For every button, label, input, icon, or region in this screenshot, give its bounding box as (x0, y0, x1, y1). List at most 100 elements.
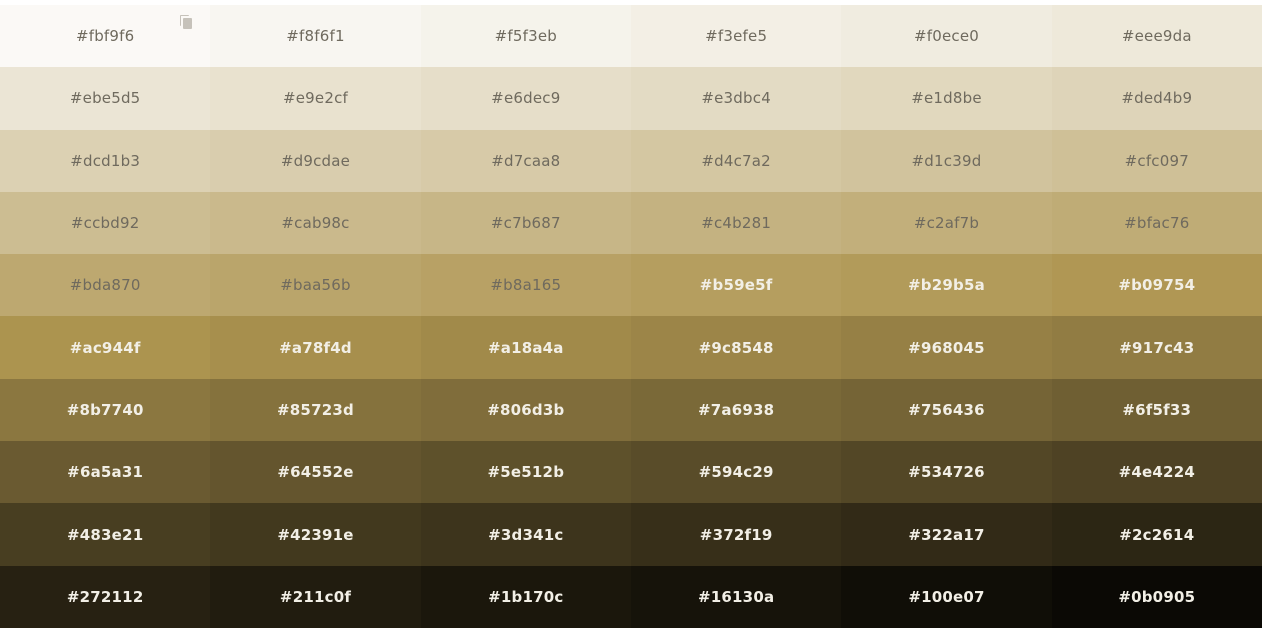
palette-row: #ac944f #a78f4d #a18a4a #9c8548 #968045 #917c… (0, 316, 1262, 379)
color-swatch[interactable]: #e1d8be (841, 67, 1052, 130)
color-swatch[interactable]: #594c29 (630, 441, 842, 504)
color-hex-label: #e1d8be (911, 89, 982, 108)
color-swatch[interactable]: #cab98c (210, 191, 421, 255)
color-hex-label: #f5f3eb (494, 27, 557, 46)
color-swatch[interactable]: #9c8548 (630, 316, 842, 379)
color-swatch[interactable]: #16130a (630, 565, 842, 628)
color-swatch[interactable]: #483e21 (0, 503, 211, 566)
color-swatch[interactable]: #85723d (210, 378, 421, 442)
color-swatch[interactable]: #c2af7b (841, 191, 1052, 255)
palette-row: #483e21 #42391e #3d341c #372f19 #322a17 #2c26… (0, 503, 1262, 566)
color-swatch[interactable]: #6a5a31 (0, 441, 211, 504)
color-swatch[interactable]: #372f19 (630, 503, 842, 566)
color-hex-label: #6a5a31 (67, 463, 144, 482)
color-swatch[interactable]: #fbf9f6 (0, 5, 211, 68)
color-swatch[interactable]: #1b170c (420, 565, 631, 628)
color-swatch[interactable]: #d7caa8 (420, 129, 631, 192)
color-swatch[interactable]: #a78f4d (210, 316, 421, 379)
color-swatch[interactable]: #534726 (841, 441, 1052, 504)
color-swatch[interactable]: #c7b687 (420, 191, 631, 255)
color-swatch[interactable]: #dcd1b3 (0, 129, 211, 192)
color-hex-label: #2c2614 (1119, 525, 1195, 544)
color-swatch[interactable]: #b09754 (1051, 254, 1262, 317)
color-hex-label: #8b7740 (66, 400, 144, 419)
color-hex-label: #534726 (908, 463, 985, 482)
color-hex-label: #a18a4a (487, 338, 564, 357)
color-swatch[interactable]: #d4c7a2 (630, 129, 842, 192)
color-swatch[interactable]: #d1c39d (841, 129, 1052, 192)
color-hex-label: #dcd1b3 (70, 151, 141, 170)
palette-row: #ebe5d5 #e9e2cf #e6dec9 #e3dbc4 #e1d8be #ded4… (0, 67, 1262, 130)
color-swatch[interactable]: #4e4224 (1051, 441, 1262, 504)
color-swatch[interactable]: #917c43 (1051, 316, 1262, 379)
color-swatch[interactable]: #e3dbc4 (630, 67, 842, 130)
color-swatch[interactable]: #ac944f (0, 316, 211, 379)
color-hex-label: #211c0f (279, 587, 352, 606)
color-swatch[interactable]: #42391e (210, 503, 421, 566)
color-swatch[interactable]: #7a6938 (630, 378, 842, 442)
color-swatch[interactable]: #baa56b (210, 254, 421, 317)
color-hex-label: #806d3b (487, 400, 565, 419)
color-hex-label: #16130a (698, 587, 775, 606)
color-swatch[interactable]: #322a17 (841, 503, 1052, 566)
color-hex-label: #ccbd92 (70, 214, 140, 233)
color-swatch[interactable]: #b59e5f (630, 254, 842, 317)
color-swatch[interactable]: #bfac76 (1051, 191, 1262, 255)
color-swatch[interactable]: #968045 (841, 316, 1052, 379)
color-hex-label: #d4c7a2 (701, 151, 771, 170)
color-swatch[interactable]: #f8f6f1 (210, 5, 421, 68)
color-hex-label: #272112 (66, 587, 144, 606)
color-swatch[interactable]: #ded4b9 (1051, 67, 1262, 130)
color-hex-label: #7a6938 (698, 400, 775, 419)
color-swatch[interactable]: #272112 (0, 565, 211, 628)
color-swatch[interactable]: #0b0905 (1051, 565, 1262, 628)
color-swatch[interactable]: #6f5f33 (1051, 378, 1262, 442)
palette-row: #8b7740 #85723d #806d3b #7a6938 #756436 #6f5f… (0, 378, 1262, 442)
color-swatch[interactable]: #f5f3eb (420, 5, 631, 68)
color-swatch[interactable]: #a18a4a (420, 316, 631, 379)
color-hex-label: #bda870 (69, 276, 141, 295)
color-hex-label: #64552e (277, 463, 354, 482)
color-swatch[interactable]: #d9cdae (210, 129, 421, 192)
color-swatch[interactable]: #cfc097 (1051, 129, 1262, 192)
palette-row: #6a5a31 #64552e #5e512b #594c29 #534726 #4e42… (0, 441, 1262, 504)
color-swatch[interactable]: #e6dec9 (420, 67, 631, 130)
color-swatch[interactable]: #756436 (841, 378, 1052, 442)
color-swatch[interactable]: #b8a165 (420, 254, 631, 317)
color-hex-label: #a78f4d (279, 338, 352, 357)
color-swatch[interactable]: #c4b281 (630, 191, 842, 255)
color-swatch[interactable]: #2c2614 (1051, 503, 1262, 566)
color-hex-label: #b29b5a (908, 276, 985, 295)
color-hex-label: #917c43 (1119, 338, 1195, 357)
color-swatch[interactable]: #ebe5d5 (0, 67, 211, 130)
color-hex-label: #6f5f33 (1122, 400, 1192, 419)
palette-row: #dcd1b3 #d9cdae #d7caa8 #d4c7a2 #d1c39d #cfc0… (0, 129, 1262, 192)
color-swatch[interactable]: #f0ece0 (841, 5, 1052, 68)
color-swatch[interactable]: #f3efe5 (630, 5, 842, 68)
color-hex-label: #483e21 (67, 525, 144, 544)
color-swatch[interactable]: #3d341c (420, 503, 631, 566)
color-swatch[interactable]: #eee9da (1051, 5, 1262, 68)
color-hex-label: #b09754 (1118, 276, 1196, 295)
palette-row: #fbf9f6 #f8f6f1 #f5f3eb #f3efe5 #f0ece0 #eee9… (0, 5, 1262, 68)
color-hex-label: #cab98c (281, 214, 350, 233)
color-swatch[interactable]: #bda870 (0, 254, 211, 317)
copy-icon[interactable] (180, 15, 194, 29)
color-hex-label: #372f19 (699, 525, 773, 544)
color-hex-label: #322a17 (908, 525, 985, 544)
color-swatch[interactable]: #64552e (210, 441, 421, 504)
color-hex-label: #594c29 (698, 463, 774, 482)
color-swatch[interactable]: #b29b5a (841, 254, 1052, 317)
color-swatch[interactable]: #806d3b (420, 378, 631, 442)
color-hex-label: #1b170c (488, 587, 564, 606)
color-swatch[interactable]: #211c0f (210, 565, 421, 628)
color-swatch[interactable]: #100e07 (841, 565, 1052, 628)
color-swatch[interactable]: #8b7740 (0, 378, 211, 442)
color-hex-label: #9c8548 (698, 338, 774, 357)
color-hex-label: #ebe5d5 (69, 89, 141, 108)
color-hex-label: #e9e2cf (282, 89, 349, 108)
color-swatch[interactable]: #5e512b (420, 441, 631, 504)
color-swatch[interactable]: #e9e2cf (210, 67, 421, 130)
color-hex-label: #ac944f (69, 338, 141, 357)
color-swatch[interactable]: #ccbd92 (0, 191, 211, 255)
